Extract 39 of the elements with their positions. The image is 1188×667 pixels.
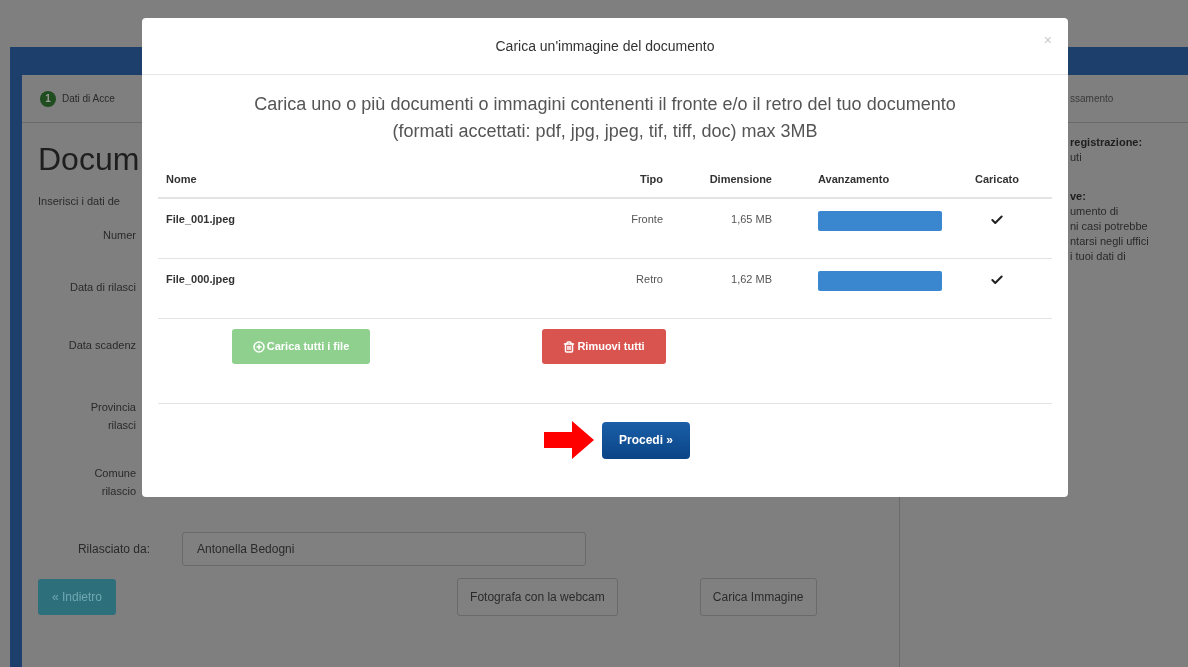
step-tab[interactable]: ssamento (1070, 91, 1114, 106)
column-header: Tipo (639, 171, 663, 187)
action-button[interactable]: Fotografa con la webcam (457, 577, 618, 616)
field-label: Data scadenz (68, 337, 136, 353)
sidebar-text: i tuoi dati di (1070, 249, 1127, 264)
step-number: 1 (40, 90, 56, 107)
dialog-intro: Carica uno o più documenti o immagini contenenti il fronte e/o il retro del tuo documento (formati accettati: pdf, jpg, jpeg, tif, tiff, doc) max 3MB (253, 93, 957, 143)
sidebar-heading: registrazione: (1070, 135, 1144, 150)
file-size: 1,62 MB (730, 272, 772, 287)
dialog-title: Carica un'immagine del documento (495, 36, 715, 56)
field-label: Rilasciato da: (76, 540, 150, 558)
field-label: Numer (103, 227, 136, 243)
action-button[interactable]: Carica Immagine (699, 577, 817, 616)
file-name: File_001.jpeg (165, 212, 237, 227)
page-subtitle: Inserisci i dati de (38, 194, 121, 209)
file-side: Retro (635, 272, 663, 287)
file-side: Fronte (630, 212, 663, 227)
field-label: Comune rilascio (94, 465, 136, 499)
step-tab[interactable]: Dati di Acce (62, 91, 115, 106)
column-header: Avanzamento (817, 171, 891, 187)
column-header: Dimensione (708, 171, 772, 187)
field-label: Provincia rilasci (90, 399, 136, 433)
trash-icon (563, 340, 576, 353)
sidebar-text: umento di (1070, 204, 1120, 219)
column-header: Nome (165, 171, 198, 187)
field-label: Data di rilasci (69, 279, 136, 295)
file-name: File_000.jpeg (165, 272, 237, 287)
arrow-icon (544, 421, 594, 459)
sidebar-text: ntarsi negli uffici (1070, 234, 1150, 249)
issuer-field[interactable]: Antonella Bedogni (182, 531, 586, 566)
sidebar-heading: ve: (1070, 189, 1087, 204)
back-button[interactable]: « Indietro (38, 578, 117, 615)
proceed-button[interactable]: Procedi » (602, 421, 690, 459)
file-size: 1,65 MB (730, 212, 772, 227)
column-header: Caricato (974, 171, 1020, 187)
plus-circle-icon (252, 340, 265, 353)
sidebar-text: uti (1070, 150, 1083, 165)
remove-all-button[interactable]: Rimuovi tutti (542, 329, 666, 364)
sidebar-text: ni casi potrebbe (1070, 219, 1149, 234)
